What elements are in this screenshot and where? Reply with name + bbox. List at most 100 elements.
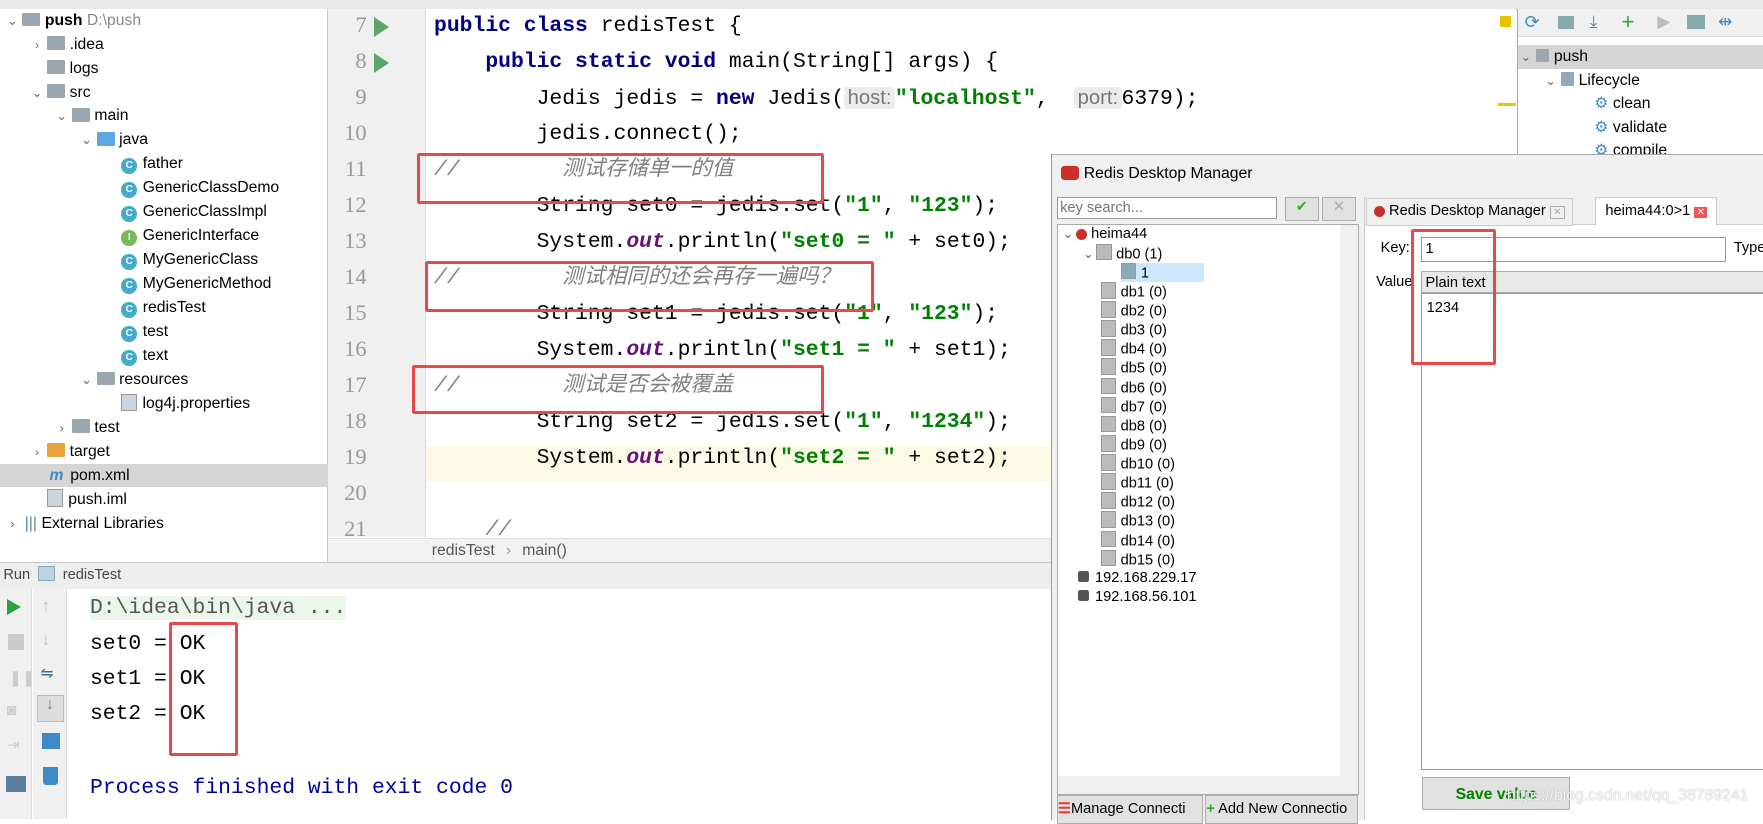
- tab-key-view[interactable]: heima44:0>1 ✕: [1595, 196, 1718, 226]
- chevron-right-icon[interactable]: ›: [4, 513, 20, 537]
- scroll-to-end-icon[interactable]: ↓: [37, 694, 64, 722]
- chevron-right-icon[interactable]: ›: [54, 417, 70, 441]
- plus-icon[interactable]: +: [1621, 9, 1634, 35]
- db-node[interactable]: db15 (0): [1100, 549, 1175, 569]
- connection-heima44[interactable]: ⌄ heima44: [1060, 225, 1147, 244]
- tree-item[interactable]: Ctext: [103, 344, 168, 368]
- folder-icon[interactable]: [1558, 15, 1575, 30]
- code-line[interactable]: System.out.println("set2 = " + set2);: [434, 441, 1011, 477]
- toggle-offline-icon[interactable]: ⇹: [1718, 11, 1732, 32]
- run-icon[interactable]: ▶: [1657, 11, 1670, 32]
- chevron-right-icon[interactable]: ›: [29, 441, 45, 465]
- key-item[interactable]: 1: [1120, 262, 1205, 282]
- db-node[interactable]: db5 (0): [1100, 358, 1167, 377]
- exit-icon[interactable]: ⇥: [7, 735, 25, 754]
- code-line[interactable]: public static void main(String[] args) {: [434, 45, 998, 81]
- code-line[interactable]: public class redisTest {: [434, 9, 742, 45]
- camera-icon[interactable]: ◙: [7, 702, 25, 720]
- maven-project[interactable]: ⌄ push: [1517, 44, 1763, 69]
- clear-filter-button[interactable]: ✕: [1322, 196, 1356, 222]
- download-icon[interactable]: ⤓: [1590, 12, 1597, 32]
- value-textarea[interactable]: 1234: [1421, 293, 1763, 771]
- chevron-down-icon[interactable]: ⌄: [29, 82, 45, 106]
- tree-item[interactable]: ⌄ src: [29, 81, 91, 106]
- rerun-icon[interactable]: [6, 599, 22, 616]
- code-line[interactable]: jedis.connect();: [434, 117, 742, 153]
- chevron-right-icon[interactable]: ›: [29, 34, 45, 58]
- connection-node[interactable]: 192.168.229.17: [1078, 569, 1197, 588]
- tree-item[interactable]: CredisTest: [103, 296, 206, 320]
- db-node[interactable]: db12 (0): [1100, 492, 1175, 511]
- print-icon[interactable]: [41, 733, 60, 749]
- soft-wrap-icon[interactable]: ⇋: [40, 663, 58, 682]
- tree-item[interactable]: C GenericClassDemo: [103, 176, 279, 200]
- tree-item[interactable]: › .idea: [29, 33, 104, 57]
- tree-item[interactable]: log4j.properties: [103, 392, 250, 416]
- tree-vertical-scrollbar[interactable]: [1340, 224, 1359, 776]
- chevron-down-icon[interactable]: ⌄: [4, 10, 20, 34]
- tree-item[interactable]: C MyGenericClass: [103, 248, 258, 272]
- refresh-icon[interactable]: ⟳: [1525, 12, 1540, 33]
- maven-lifecycle[interactable]: ⌄ Lifecycle: [1543, 69, 1639, 93]
- run-gutter-icon[interactable]: [374, 16, 390, 37]
- tree-item[interactable]: Cfather: [103, 152, 183, 176]
- tree-item[interactable]: logs: [29, 57, 99, 81]
- tree-item[interactable]: › test: [54, 416, 120, 440]
- db-node[interactable]: db9 (0): [1100, 434, 1167, 454]
- connection-tree[interactable]: ⌄ heima44 ⌄ db0 (1) 1 db1 (0) db2 (0) db3 (…: [1056, 223, 1360, 795]
- breadcrumb-class[interactable]: redisTest: [432, 542, 495, 559]
- manage-connections-button[interactable]: ☰Manage Connecti: [1056, 794, 1203, 824]
- maven-run-icon[interactable]: [1686, 14, 1705, 30]
- db-node[interactable]: db1 (0): [1100, 281, 1167, 301]
- db-node[interactable]: db4 (0): [1100, 339, 1167, 358]
- tree-item[interactable]: C GenericClassImpl: [103, 200, 267, 224]
- db-node[interactable]: db14 (0): [1100, 530, 1175, 550]
- code-line[interactable]: System.out.println("set0 = " + set0);: [434, 225, 1011, 261]
- tree-root[interactable]: ⌄ push D:\push: [4, 9, 141, 33]
- arrow-up-icon[interactable]: ↑: [42, 596, 60, 615]
- tree-item[interactable]: › target: [29, 440, 110, 464]
- chevron-down-icon[interactable]: ⌄: [79, 129, 95, 153]
- error-stripe-mark[interactable]: [1497, 103, 1516, 106]
- close-icon[interactable]: ✕: [1694, 206, 1708, 218]
- run-gutter-icon[interactable]: [374, 52, 390, 73]
- db-node[interactable]: db10 (0): [1100, 454, 1175, 473]
- pause-icon[interactable]: ❚❚: [9, 668, 35, 687]
- chevron-down-icon[interactable]: ⌄: [79, 369, 95, 393]
- tree-item[interactable]: Ctest: [103, 320, 168, 344]
- maven-goal-clean[interactable]: ⚙ clean: [1594, 92, 1650, 116]
- db-node[interactable]: db7 (0): [1100, 396, 1167, 416]
- tree-item[interactable]: C MyGenericMethod: [103, 272, 271, 296]
- run-config-tab[interactable]: redisTest: [63, 567, 121, 583]
- tree-item[interactable]: m pom.xml: [0, 463, 357, 488]
- db0-node[interactable]: ⌄ db0 (1): [1080, 243, 1162, 263]
- apply-filter-button[interactable]: ✔: [1285, 196, 1319, 222]
- close-icon[interactable]: ✕: [1549, 205, 1565, 219]
- stop-icon[interactable]: [7, 634, 24, 650]
- db-node[interactable]: db8 (0): [1100, 415, 1167, 435]
- chevron-down-icon[interactable]: ⌄: [54, 105, 70, 129]
- db-node[interactable]: db2 (0): [1100, 301, 1167, 320]
- layout-icon[interactable]: [5, 775, 26, 792]
- add-connection-button[interactable]: + Add New Connectio: [1205, 794, 1358, 824]
- db-node[interactable]: db6 (0): [1100, 377, 1167, 397]
- tree-item[interactable]: ⌄ java: [79, 128, 148, 152]
- tab-redis-desktop-manager[interactable]: Redis Desktop Manager ✕: [1366, 197, 1573, 226]
- tree-item[interactable]: ⌄ resources: [79, 368, 188, 393]
- db-node[interactable]: db11 (0): [1100, 473, 1174, 492]
- db-node[interactable]: db13 (0): [1100, 511, 1175, 530]
- tree-item[interactable]: ⌄ main: [54, 104, 129, 128]
- key-search-input[interactable]: [1056, 196, 1278, 220]
- tree-horizontal-scrollbar[interactable]: [1057, 775, 1359, 794]
- connection-node[interactable]: 192.168.56.101: [1078, 588, 1197, 607]
- warning-marker-icon[interactable]: [1500, 15, 1512, 27]
- code-line[interactable]: System.out.println("set1 = " + set1);: [434, 333, 1011, 369]
- arrow-down-icon[interactable]: ↓: [42, 630, 60, 649]
- tree-item[interactable]: › ||| External Libraries: [4, 512, 164, 537]
- tree-item[interactable]: push.iml: [29, 488, 127, 512]
- maven-goal-validate[interactable]: ⚙ validate: [1594, 116, 1667, 140]
- trash-icon[interactable]: [42, 766, 59, 785]
- tree-item[interactable]: I GenericInterface: [103, 224, 259, 248]
- db-node[interactable]: db3 (0): [1100, 320, 1167, 339]
- breadcrumb-method[interactable]: main(): [522, 542, 567, 559]
